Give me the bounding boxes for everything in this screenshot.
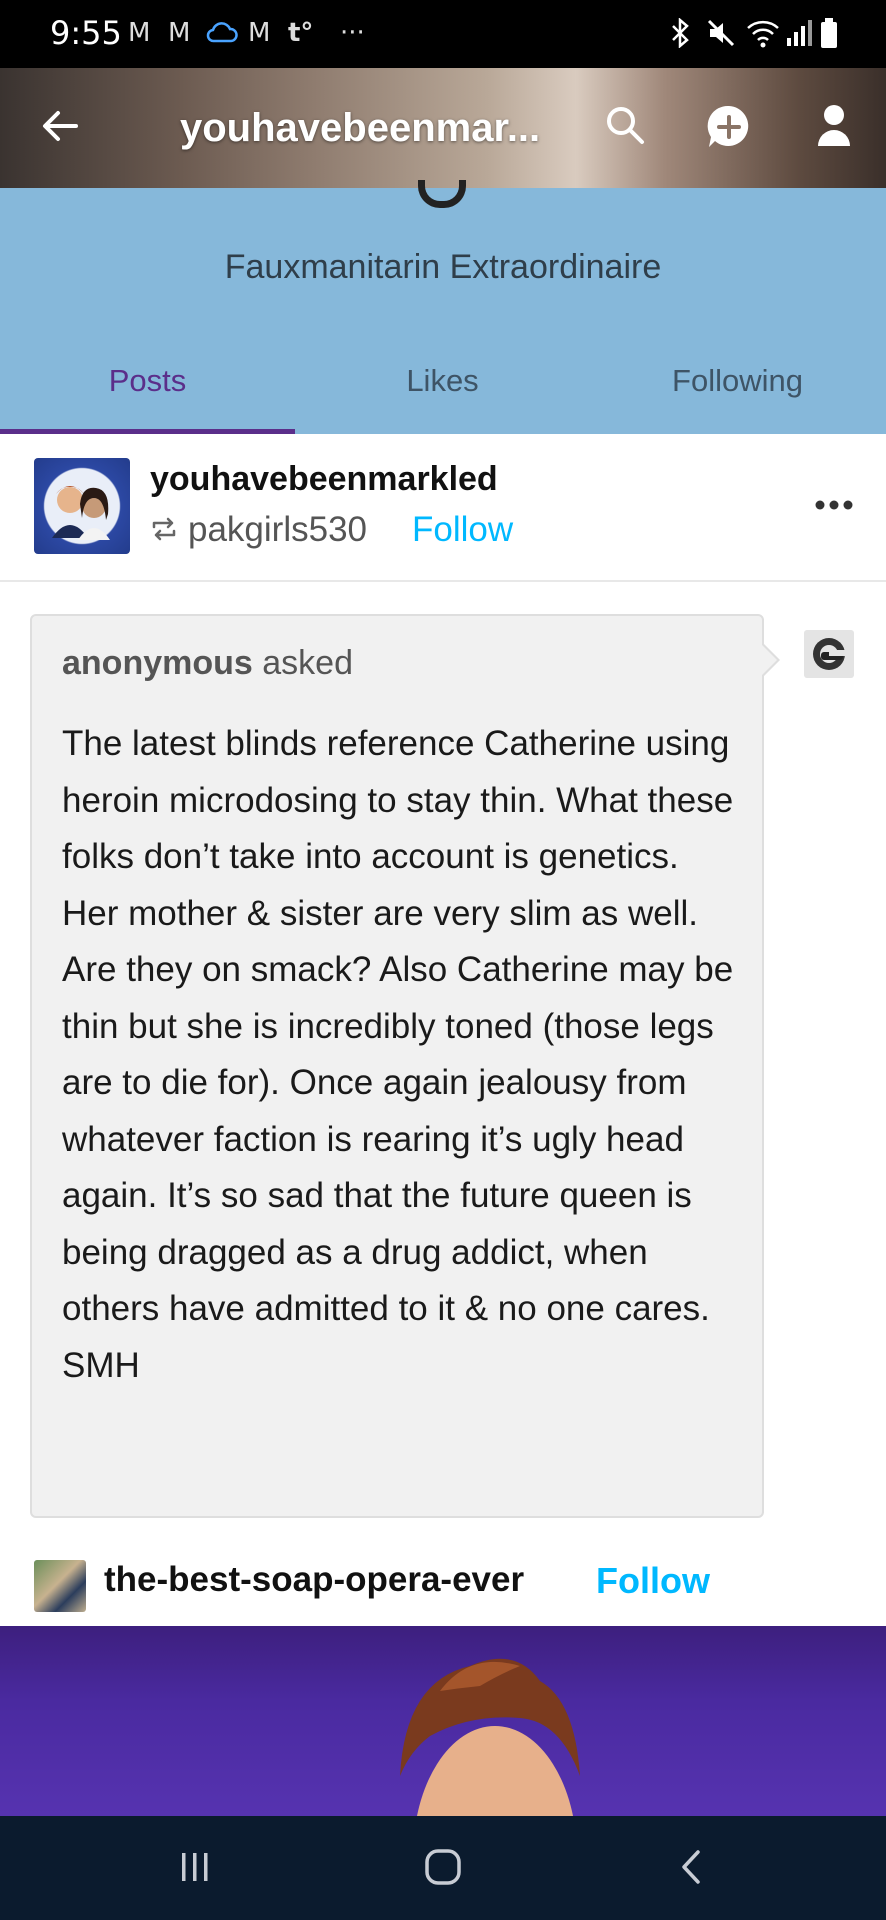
plus-bubble-icon[interactable] — [706, 104, 752, 155]
blog-banner: Fauxmanitarin Extraordinaire Posts Likes… — [0, 180, 886, 434]
post-gif-image[interactable] — [0, 1626, 886, 1816]
bluetooth-icon — [668, 17, 692, 55]
ask-question-text: The latest blinds reference Catherine us… — [62, 724, 734, 1385]
post-header: youhavebeenmarkled pakgirls530 Follow — [0, 434, 886, 582]
ask-header: anonymous asked — [62, 644, 353, 683]
arrow-left-icon[interactable] — [40, 106, 80, 151]
blog-description: Fauxmanitarin Extraordinaire — [224, 248, 662, 286]
wifi-icon — [746, 18, 780, 55]
reblogged-from[interactable]: pakgirls530 — [188, 510, 367, 550]
search-icon[interactable] — [604, 104, 646, 151]
tab-following[interactable]: Following — [590, 363, 885, 399]
tab-likes[interactable]: Likes — [295, 363, 590, 399]
mute-icon — [706, 18, 736, 55]
gmail-icon: M — [168, 18, 191, 48]
reblog-source-row: the-best-soap-opera-ever Follow — [0, 1540, 886, 1620]
cloud-icon — [206, 20, 238, 50]
status-bar: 9:55 M M M t° ··· — [0, 0, 886, 68]
recent-apps-icon[interactable] — [178, 1850, 212, 1889]
more-horizontal-icon[interactable] — [814, 498, 854, 517]
blog-header: youhavebeenmar... — [0, 68, 886, 188]
more-dots-icon: ··· — [340, 18, 365, 48]
tab-posts[interactable]: Posts — [0, 363, 295, 399]
blog-title: youhavebeenmar... — [180, 106, 541, 150]
ask-bubble: anonymous asked The latest blinds refere… — [30, 614, 764, 1518]
home-icon[interactable] — [424, 1848, 462, 1891]
reblog-blog-name[interactable]: the-best-soap-opera-ever — [104, 1560, 524, 1600]
gmail-icon: M — [128, 18, 151, 48]
reblog-icon — [150, 516, 178, 547]
gmail-icon: M — [248, 18, 271, 48]
avatar-fragment — [418, 180, 466, 208]
back-icon[interactable] — [676, 1848, 706, 1891]
person-icon[interactable] — [816, 104, 852, 151]
reblog-avatar[interactable] — [34, 1560, 86, 1612]
asked-label: asked — [262, 644, 353, 682]
battery-icon — [820, 18, 838, 55]
post-blog-name[interactable]: youhavebeenmarkled — [150, 460, 498, 499]
tumblr-icon: t° — [288, 18, 314, 48]
signal-icon — [786, 18, 812, 53]
sunglasses-anon-icon — [804, 630, 854, 678]
ask-bubble-tail-fill — [761, 644, 777, 676]
reblog-follow-button[interactable]: Follow — [596, 1560, 710, 1602]
follow-button[interactable]: Follow — [412, 510, 513, 550]
status-time: 9:55 — [50, 14, 122, 52]
asker-name: anonymous — [62, 644, 253, 682]
system-nav-bar — [0, 1816, 886, 1920]
blog-avatar[interactable] — [34, 458, 130, 554]
